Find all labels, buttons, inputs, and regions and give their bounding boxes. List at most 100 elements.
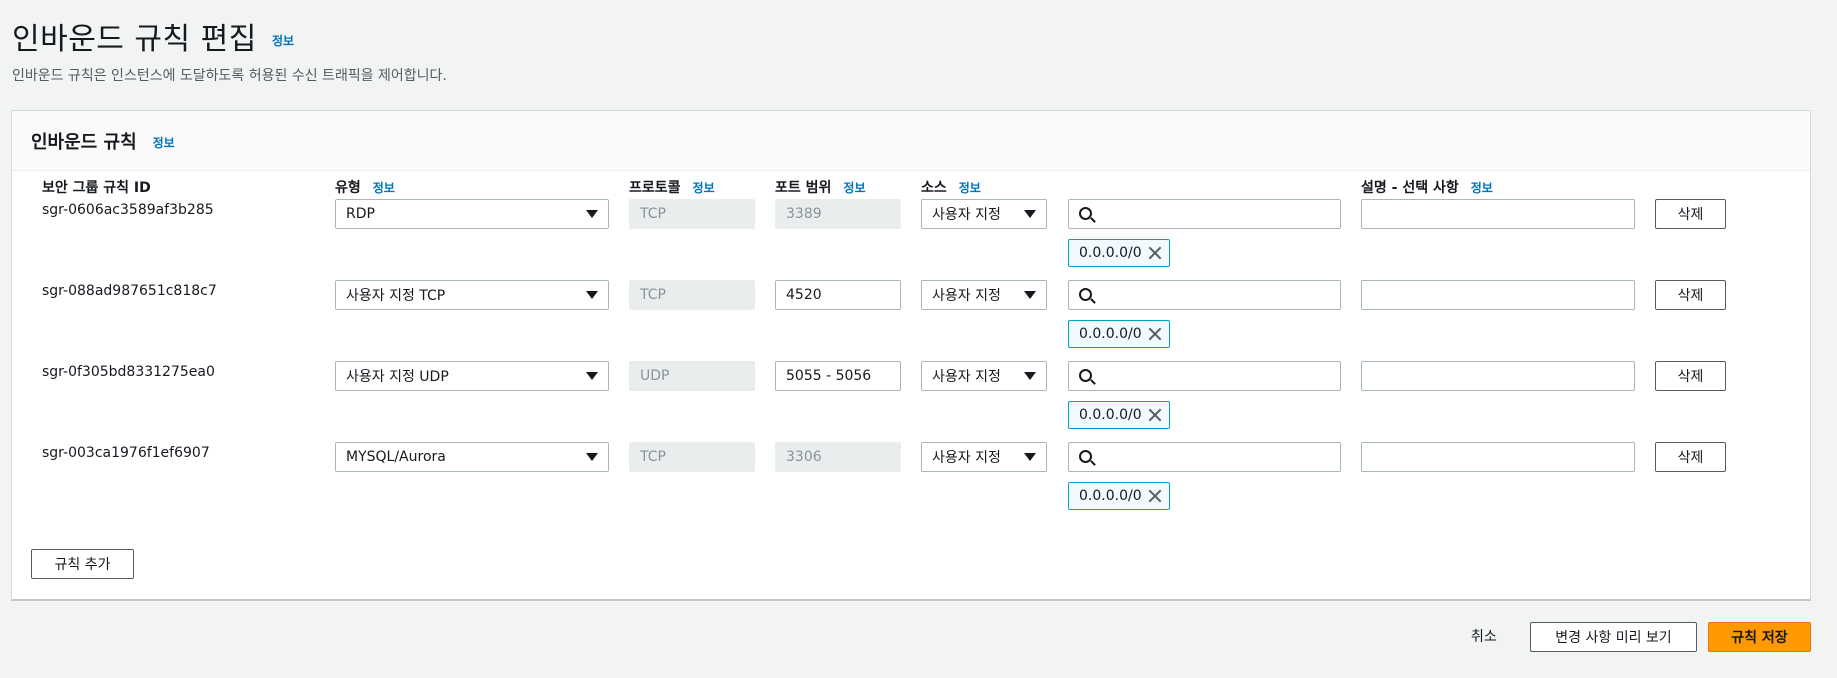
close-icon[interactable] bbox=[1148, 327, 1162, 341]
source-search-input[interactable] bbox=[1068, 442, 1341, 472]
col-header-protocol-info-link[interactable]: 정보 bbox=[693, 181, 715, 195]
port-range-value: 4520 bbox=[786, 287, 822, 303]
add-rule-button[interactable]: 규칙 추가 bbox=[31, 549, 134, 579]
source-select-value: 사용자 지정 bbox=[932, 288, 1001, 304]
panel-title-info-link[interactable]: 정보 bbox=[153, 134, 175, 151]
source-search-input[interactable] bbox=[1068, 280, 1341, 310]
page-title: 인바운드 규칙 편집 bbox=[12, 22, 257, 57]
edit-inbound-rules-page: 인바운드 규칙 편집 정보 인바운드 규칙은 인스턴스에 도달하도록 허용된 수… bbox=[0, 0, 1837, 678]
rule-id: sgr-088ad987651c818c7 bbox=[42, 283, 217, 299]
caret-down-icon bbox=[1024, 453, 1036, 461]
delete-rule-button[interactable]: 삭제 bbox=[1655, 280, 1726, 310]
caret-down-icon bbox=[1024, 372, 1036, 380]
protocol-value: TCP bbox=[640, 287, 666, 303]
col-header-rule-id-label: 보안 그룹 규칙 ID bbox=[42, 180, 151, 196]
protocol-value: UDP bbox=[640, 368, 670, 384]
source-search-input[interactable] bbox=[1068, 199, 1341, 229]
delete-rule-button[interactable]: 삭제 bbox=[1655, 199, 1726, 229]
panel-title: 인바운드 규칙 bbox=[31, 131, 137, 153]
source-search-input[interactable] bbox=[1068, 361, 1341, 391]
rule-id: sgr-003ca1976f1ef6907 bbox=[42, 445, 210, 461]
close-icon[interactable] bbox=[1148, 408, 1162, 422]
caret-down-icon bbox=[586, 291, 598, 299]
caret-down-icon bbox=[586, 210, 598, 218]
col-header-type: 유형 정보 bbox=[335, 177, 395, 197]
inbound-rules-panel: 인바운드 규칙 정보 보안 그룹 규칙 ID 유형 정보 프로토콜 정보 포트 범위… bbox=[11, 110, 1811, 601]
close-icon[interactable] bbox=[1148, 489, 1162, 503]
protocol-value: TCP bbox=[640, 206, 666, 222]
col-header-description-label: 설명 - 선택 사항 bbox=[1361, 180, 1459, 196]
cidr-token-label: 0.0.0.0/0 bbox=[1079, 407, 1142, 423]
type-select[interactable]: 사용자 지정 TCP bbox=[335, 280, 609, 310]
delete-rule-button[interactable]: 삭제 bbox=[1655, 361, 1726, 391]
search-icon bbox=[1079, 369, 1092, 382]
close-icon[interactable] bbox=[1148, 246, 1162, 260]
type-select[interactable]: 사용자 지정 UDP bbox=[335, 361, 609, 391]
description-input[interactable] bbox=[1361, 442, 1635, 472]
delete-rule-button[interactable]: 삭제 bbox=[1655, 442, 1726, 472]
cidr-token-label: 0.0.0.0/0 bbox=[1079, 245, 1142, 261]
col-header-source: 소스 정보 bbox=[921, 177, 981, 197]
port-range-value: 3306 bbox=[786, 449, 822, 465]
port-range-value: 3389 bbox=[786, 206, 822, 222]
protocol-field: TCP bbox=[629, 442, 755, 472]
col-header-port-range-label: 포트 범위 bbox=[775, 180, 832, 196]
col-header-description-info-link[interactable]: 정보 bbox=[1471, 181, 1493, 195]
cidr-token: 0.0.0.0/0 bbox=[1068, 401, 1170, 429]
type-select-value: MYSQL/Aurora bbox=[346, 449, 446, 465]
cancel-button[interactable]: 취소 bbox=[1471, 626, 1497, 646]
port-range-field[interactable]: 4520 bbox=[775, 280, 901, 310]
col-header-source-label: 소스 bbox=[921, 180, 947, 196]
description-input[interactable] bbox=[1361, 280, 1635, 310]
col-header-rule-id: 보안 그룹 규칙 ID bbox=[42, 177, 151, 197]
panel-header: 인바운드 규칙 정보 bbox=[12, 111, 1810, 171]
caret-down-icon bbox=[1024, 210, 1036, 218]
search-icon bbox=[1079, 288, 1092, 301]
col-header-description: 설명 - 선택 사항 정보 bbox=[1361, 177, 1493, 197]
cidr-token-label: 0.0.0.0/0 bbox=[1079, 326, 1142, 342]
col-header-port-range: 포트 범위 정보 bbox=[775, 177, 866, 197]
port-range-value: 5055 - 5056 bbox=[786, 368, 872, 384]
col-header-protocol-label: 프로토콜 bbox=[629, 180, 681, 196]
search-icon bbox=[1079, 207, 1092, 220]
source-select[interactable]: 사용자 지정 bbox=[921, 361, 1047, 391]
type-select-value: 사용자 지정 TCP bbox=[346, 288, 446, 304]
protocol-field: UDP bbox=[629, 361, 755, 391]
page-description: 인바운드 규칙은 인스턴스에 도달하도록 허용된 수신 트래픽을 제어합니다. bbox=[12, 68, 447, 84]
description-input[interactable] bbox=[1361, 361, 1635, 391]
caret-down-icon bbox=[586, 372, 598, 380]
source-select-value: 사용자 지정 bbox=[932, 369, 1001, 385]
save-rules-button[interactable]: 규칙 저장 bbox=[1708, 622, 1811, 652]
page-header: 인바운드 규칙 편집 정보 bbox=[12, 14, 294, 58]
source-select[interactable]: 사용자 지정 bbox=[921, 442, 1047, 472]
protocol-value: TCP bbox=[640, 449, 666, 465]
caret-down-icon bbox=[1024, 291, 1036, 299]
preview-changes-button[interactable]: 변경 사항 미리 보기 bbox=[1530, 622, 1697, 652]
cidr-token: 0.0.0.0/0 bbox=[1068, 482, 1170, 510]
col-header-protocol: 프로토콜 정보 bbox=[629, 177, 715, 197]
port-range-field[interactable]: 5055 - 5056 bbox=[775, 361, 901, 391]
type-select[interactable]: MYSQL/Aurora bbox=[335, 442, 609, 472]
search-icon bbox=[1079, 450, 1092, 463]
col-header-port-range-info-link[interactable]: 정보 bbox=[843, 181, 865, 195]
source-select[interactable]: 사용자 지정 bbox=[921, 280, 1047, 310]
cidr-token-label: 0.0.0.0/0 bbox=[1079, 488, 1142, 504]
protocol-field: TCP bbox=[629, 199, 755, 229]
col-header-type-info-link[interactable]: 정보 bbox=[373, 181, 395, 195]
rule-id: sgr-0606ac3589af3b285 bbox=[42, 202, 214, 218]
type-select-value: 사용자 지정 UDP bbox=[346, 369, 449, 385]
col-header-type-label: 유형 bbox=[335, 180, 361, 196]
cidr-token: 0.0.0.0/0 bbox=[1068, 320, 1170, 348]
page-title-info-link[interactable]: 정보 bbox=[272, 32, 294, 49]
description-input[interactable] bbox=[1361, 199, 1635, 229]
port-range-field: 3306 bbox=[775, 442, 901, 472]
type-select[interactable]: RDP bbox=[335, 199, 609, 229]
type-select-value: RDP bbox=[346, 206, 375, 222]
source-select-value: 사용자 지정 bbox=[932, 450, 1001, 466]
port-range-field: 3389 bbox=[775, 199, 901, 229]
protocol-field: TCP bbox=[629, 280, 755, 310]
source-select[interactable]: 사용자 지정 bbox=[921, 199, 1047, 229]
rule-id: sgr-0f305bd8331275ea0 bbox=[42, 364, 215, 380]
caret-down-icon bbox=[586, 453, 598, 461]
col-header-source-info-link[interactable]: 정보 bbox=[959, 181, 981, 195]
